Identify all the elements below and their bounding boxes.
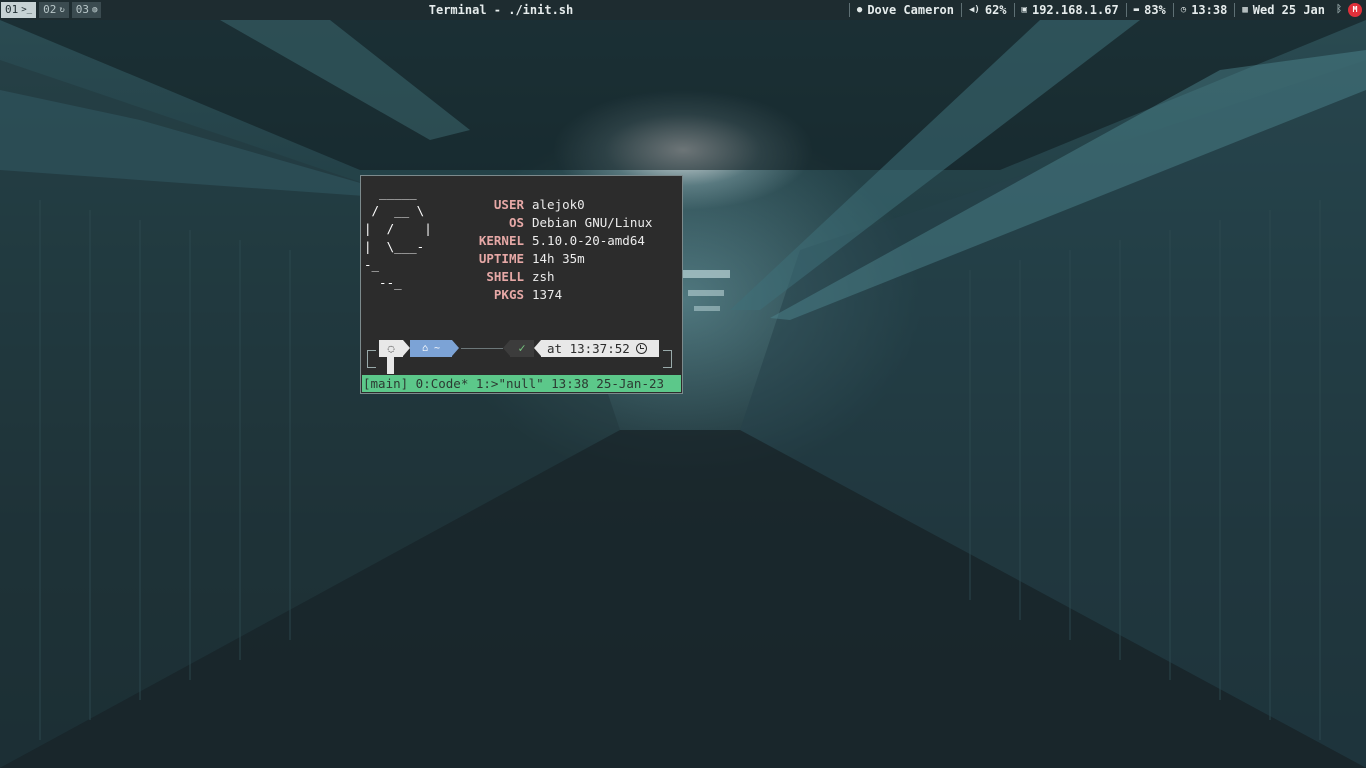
system-info: USER alejok0 OS Debian GNU/Linux KERNEL … (461, 196, 653, 304)
user-module[interactable]: ● Dove Cameron (848, 3, 961, 17)
debian-icon: ◌ (379, 340, 403, 357)
volume-value: 62% (984, 3, 1007, 17)
speaker-icon: ◀) (969, 5, 980, 15)
info-value: 14h 35m (532, 251, 585, 266)
check-icon: ✓ (510, 340, 534, 357)
info-row-pkgs: PKGS 1374 (461, 286, 652, 304)
user-icon: ● (856, 5, 863, 15)
info-row-kernel: KERNEL 5.10.0-20-amd64 (461, 232, 652, 250)
home-icon: ⌂ (421, 343, 428, 354)
dir-segment-arrow (452, 340, 459, 356)
clock-icon (635, 343, 647, 354)
network-icon: ▣ (1021, 5, 1027, 15)
info-value: zsh (532, 269, 555, 284)
info-row-os: OS Debian GNU/Linux (461, 214, 652, 232)
bluetooth-icon[interactable]: ᛒ (1332, 0, 1346, 20)
date-value: Wed 25 Jan (1252, 3, 1325, 17)
clock-module[interactable]: ◷ 13:38 (1172, 3, 1235, 17)
user-name: Dove Cameron (867, 3, 955, 17)
battery-value: 83% (1144, 3, 1166, 17)
text-cursor (387, 357, 394, 374)
info-key: USER (493, 197, 524, 212)
terminal-window[interactable]: _____ / __ \ | / | | \___- -_ --_ USER a… (360, 175, 683, 394)
network-module[interactable]: ▣ 192.168.1.67 (1013, 3, 1126, 17)
directory-segment: ⌂ ~ (410, 340, 452, 357)
info-key: PKGS (493, 287, 524, 302)
date-module[interactable]: ▦ Wed 25 Jan (1234, 3, 1332, 17)
time-segment: at 13:37:52 (541, 340, 659, 357)
info-key: KERNEL (478, 233, 524, 248)
directory-path: ~ (434, 343, 441, 354)
top-status-bar: 01 >_ 02 ↻ 03 ◍ Terminal - ./init.sh ● D… (0, 0, 1366, 20)
calendar-icon: ▦ (1242, 5, 1248, 15)
time-segment-arrow (534, 340, 541, 356)
debian-ascii-logo: _____ / __ \ | / | | \___- -_ --_ (364, 185, 432, 290)
info-key: UPTIME (478, 251, 524, 266)
volume-module[interactable]: ◀) 62% (961, 3, 1014, 17)
prompt-bracket-left (367, 350, 376, 368)
os-segment-arrow (403, 340, 410, 356)
battery-icon: ▬ (1133, 5, 1140, 15)
prompt-time: at 13:37:52 (547, 341, 630, 356)
battery-module[interactable]: ▬ 83% (1125, 3, 1173, 17)
tmux-status-bar[interactable]: [main] 0:Code* 1:>"null" 13:38 25-Jan-23 (362, 375, 681, 392)
info-key: OS (508, 215, 524, 230)
status-modules: ● Dove Cameron ◀) 62% ▣ 192.168.1.67 ▬ 8… (848, 0, 1362, 20)
info-key: SHELL (486, 269, 524, 284)
info-row-shell: SHELL zsh (461, 268, 652, 286)
prompt-filler-line (461, 348, 503, 349)
status-segment-arrow (503, 340, 510, 356)
ip-address: 192.168.1.67 (1031, 3, 1119, 17)
shell-prompt[interactable]: ◌ ⌂ ~ ✓ at 13:37:52 (367, 340, 672, 374)
corridor-illustration (0, 20, 1366, 768)
info-row-uptime: UPTIME 14h 35m (461, 250, 652, 268)
notification-badge[interactable]: M (1348, 3, 1362, 17)
desktop-wallpaper (0, 0, 1366, 768)
info-value: 1374 (532, 287, 563, 302)
clock-time: 13:38 (1191, 3, 1228, 17)
prompt-bracket-right (663, 350, 672, 368)
clock-icon: ◷ (1180, 5, 1187, 15)
info-value: alejok0 (532, 197, 585, 212)
info-value: 5.10.0-20-amd64 (532, 233, 645, 248)
info-value: Debian GNU/Linux (532, 215, 653, 230)
info-row-user: USER alejok0 (461, 196, 652, 214)
